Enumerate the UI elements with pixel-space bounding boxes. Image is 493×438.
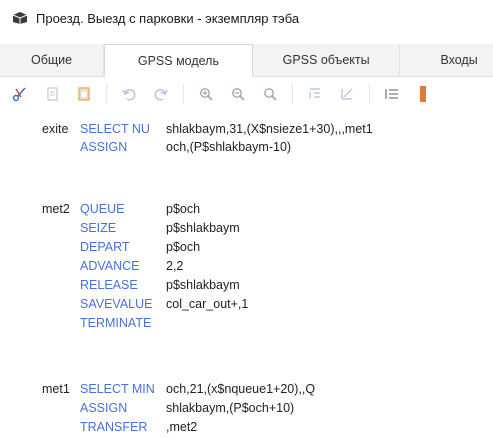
paste-icon[interactable]	[74, 84, 94, 104]
zoom-reset-icon[interactable]	[260, 84, 280, 104]
tab-gpss-model[interactable]: GPSS модель	[104, 44, 253, 77]
code-operator: ADVANCE	[80, 259, 140, 273]
code-operator: ASSIGN	[80, 401, 128, 415]
code-operator: TERMINATE	[80, 316, 152, 330]
code-operands: p$och	[166, 240, 201, 254]
code-operands: col_car_out+,1	[166, 297, 249, 311]
tab-general-label: Общие	[30, 53, 73, 67]
window-title: Проезд. Выезд с парковки - экземпляр тэб…	[36, 10, 300, 26]
copy-icon[interactable]	[42, 84, 62, 104]
gpss-app-icon	[12, 12, 28, 24]
zoom-in-icon[interactable]	[196, 84, 216, 104]
cut-icon[interactable]	[10, 84, 30, 104]
code-operator: RELEASE	[80, 278, 138, 292]
tab-general[interactable]: Общие	[0, 44, 105, 76]
tab-gpss-objects[interactable]: GPSS объекты	[252, 44, 401, 76]
code-operands: shlakbaym,(P$och+10)	[166, 401, 295, 415]
list-icon[interactable]	[382, 84, 402, 104]
code-operands: p$shlakbaym	[166, 221, 240, 235]
tab-gpss-objects-label: GPSS объекты	[282, 53, 370, 67]
undo-icon[interactable]	[119, 84, 139, 104]
code-operator: ASSIGN	[80, 140, 128, 154]
code-operator: SELECT MIN	[80, 382, 155, 396]
code-operator: QUEUE	[80, 202, 125, 216]
code-operands: p$shlakbaym	[166, 278, 240, 292]
tab-inputs[interactable]: Входы	[400, 44, 493, 76]
zoom-out-icon[interactable]	[228, 84, 248, 104]
redo-icon[interactable]	[151, 84, 171, 104]
tab-gpss-model-label: GPSS модель	[137, 54, 219, 68]
toolbar	[0, 77, 493, 111]
code-operands: och,21,(x$nqueue1+20),,Q	[166, 382, 316, 396]
toolbar-separator	[292, 84, 293, 104]
code-operands: ,met2	[166, 420, 198, 434]
code-operator: SAVEVALUE	[80, 297, 153, 311]
title-bar: Проезд. Выезд с парковки - экземпляр тэб…	[0, 0, 493, 36]
code-operands: shlakbaym,31,(X$nsieze1+30),,,met1	[166, 122, 373, 136]
code-label: exite	[42, 122, 69, 136]
code-operator: TRANSFER	[80, 420, 148, 434]
code-operator: SEIZE	[80, 221, 117, 235]
toolbar-separator	[106, 84, 107, 104]
comment-icon[interactable]	[337, 84, 357, 104]
toolbar-separator	[183, 84, 184, 104]
toolbar-separator	[369, 84, 370, 104]
code-operator: DEPART	[80, 240, 130, 254]
code-operands: 2,2	[166, 259, 184, 273]
code-operator: SELECT NU	[80, 122, 150, 136]
tab-inputs-label: Входы	[440, 53, 478, 67]
overflow-icon[interactable]	[420, 86, 426, 102]
code-label: met2	[42, 202, 70, 216]
code-editor[interactable]: exite SELECT NU shlakbaym,31,(X$nsieze1+…	[0, 113, 493, 438]
tab-bar: Общие GPSS модель GPSS объекты Входы	[0, 44, 493, 77]
indent-icon[interactable]	[305, 84, 325, 104]
code-operands: p$och	[166, 202, 201, 216]
code-label: met1	[42, 382, 70, 396]
code-operands: och,(P$shlakbaym-10)	[166, 140, 292, 154]
